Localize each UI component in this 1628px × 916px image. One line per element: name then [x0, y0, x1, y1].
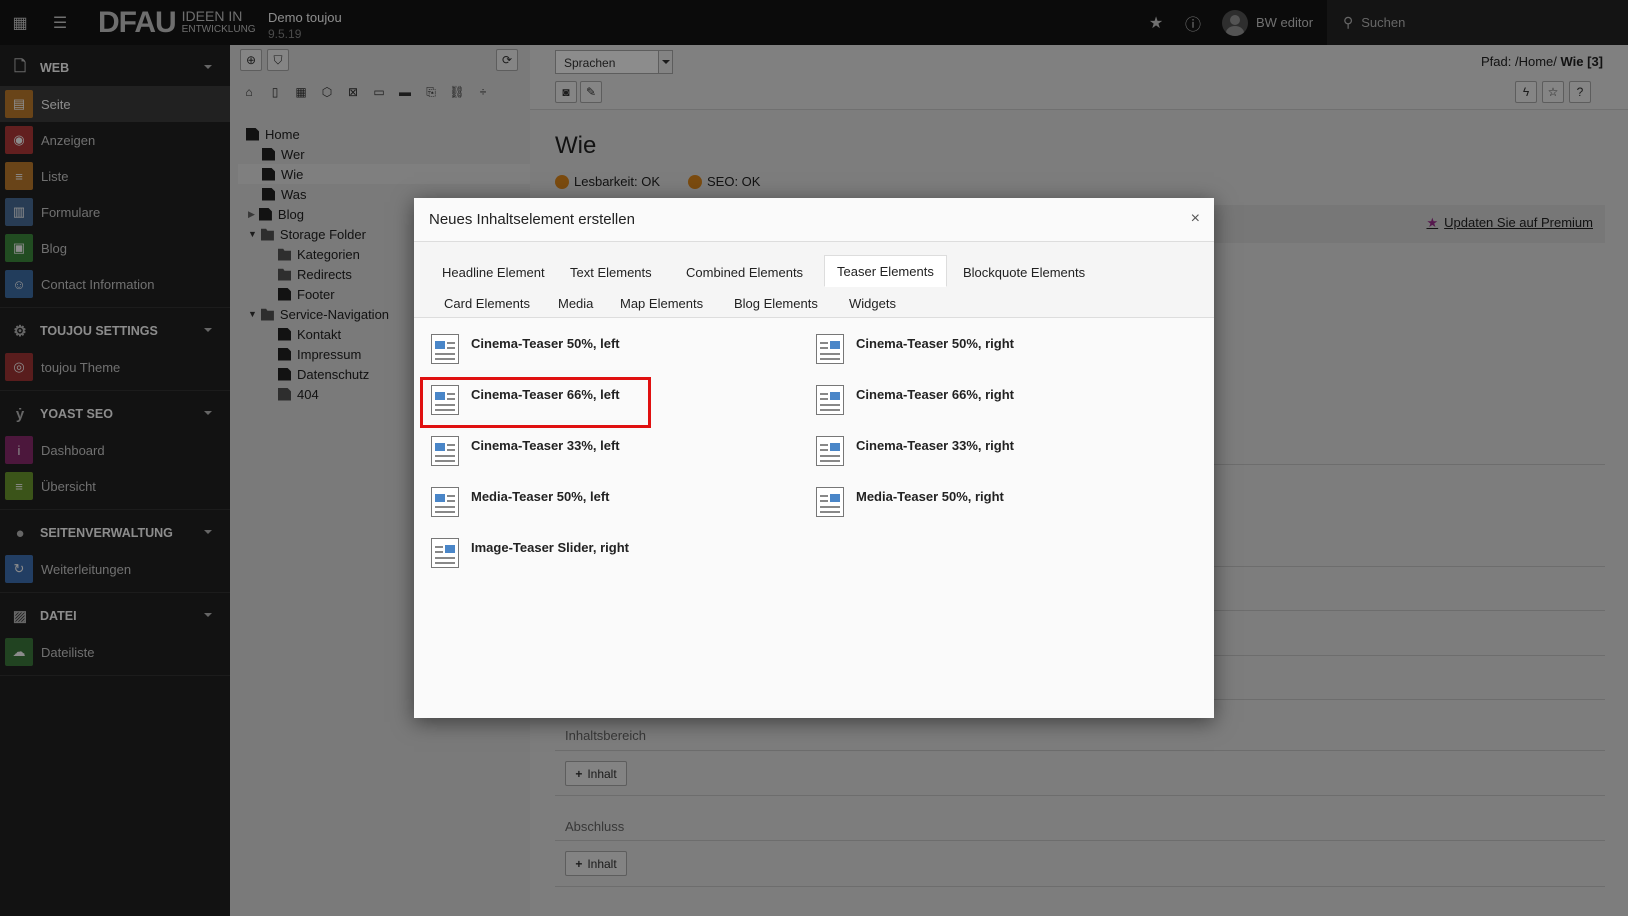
tab-widgets[interactable]: Widgets: [837, 288, 908, 318]
tab-headline-element[interactable]: Headline Element: [430, 257, 557, 287]
tab-teaser-elements[interactable]: Teaser Elements: [824, 255, 947, 287]
wizard-item-cinema-teaser-50-right[interactable]: Cinema-Teaser 50%, right: [816, 334, 1014, 372]
teaser-right-icon: [431, 538, 459, 568]
teaser-right-icon: [816, 436, 844, 466]
tab-map-elements[interactable]: Map Elements: [608, 288, 715, 318]
teaser-right-icon: [816, 487, 844, 517]
teaser-right-icon: [816, 334, 844, 364]
new-content-element-modal: Neues Inhaltselement erstellen × Headlin…: [414, 198, 1214, 718]
wizard-item-cinema-teaser-33-right[interactable]: Cinema-Teaser 33%, right: [816, 436, 1014, 474]
wizard-item-image-teaser-slider-right[interactable]: Image-Teaser Slider, right: [431, 538, 629, 576]
wizard-item-cinema-teaser-50-left[interactable]: Cinema-Teaser 50%, left: [431, 334, 620, 372]
modal-title: Neues Inhaltselement erstellen: [429, 211, 635, 228]
tab-blockquote-elements[interactable]: Blockquote Elements: [951, 257, 1097, 287]
teaser-left-icon: [431, 436, 459, 466]
teaser-right-icon: [816, 385, 844, 415]
tab-combined-elements[interactable]: Combined Elements: [674, 257, 815, 287]
tab-bar: Headline Element Text Elements Combined …: [414, 242, 1214, 318]
tab-text-elements[interactable]: Text Elements: [558, 257, 664, 287]
tab-card-elements[interactable]: Card Elements: [432, 288, 542, 318]
tab-blog-elements[interactable]: Blog Elements: [722, 288, 830, 318]
tab-media[interactable]: Media: [546, 288, 605, 318]
modal-header: Neues Inhaltselement erstellen ×: [414, 198, 1214, 242]
close-button[interactable]: ×: [1191, 210, 1200, 228]
wizard-item-media-teaser-50-right[interactable]: Media-Teaser 50%, right: [816, 487, 1004, 525]
teaser-left-icon: [431, 334, 459, 364]
wizard-item-cinema-teaser-66-right[interactable]: Cinema-Teaser 66%, right: [816, 385, 1014, 423]
teaser-left-icon: [431, 487, 459, 517]
wizard-item-cinema-teaser-33-left[interactable]: Cinema-Teaser 33%, left: [431, 436, 620, 474]
wizard-item-media-teaser-50-left[interactable]: Media-Teaser 50%, left: [431, 487, 609, 525]
highlight-box: [420, 377, 651, 428]
